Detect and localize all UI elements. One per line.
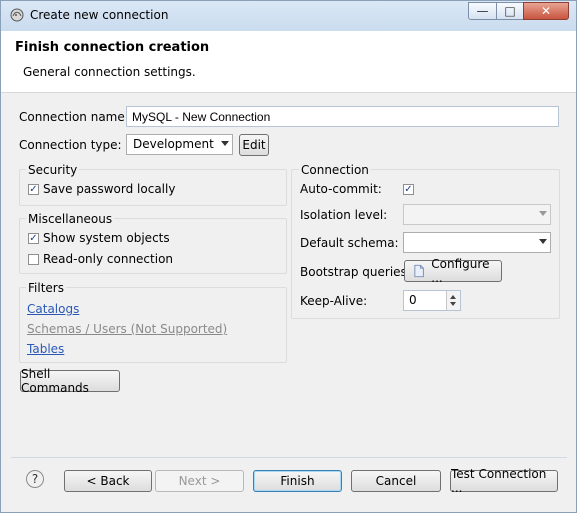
configure-button-label: Configure ... — [431, 257, 490, 285]
save-password-checkbox[interactable]: ✓ — [28, 184, 39, 195]
catalogs-link[interactable]: Catalogs — [27, 302, 79, 316]
read-only-label: Read-only connection — [43, 252, 174, 266]
configure-button[interactable]: Configure ... — [404, 257, 502, 285]
maximize-icon: □ — [504, 4, 516, 18]
connection-name-label: Connection name: — [19, 110, 129, 124]
show-system-objects-checkbox[interactable]: ✓ — [28, 233, 39, 244]
spinner-down-icon[interactable] — [450, 302, 456, 306]
connection-type-value: Development — [133, 137, 214, 151]
read-only-checkbox[interactable] — [28, 254, 39, 265]
show-system-objects-label: Show system objects — [43, 231, 170, 245]
connection-type-select[interactable]: Development — [126, 134, 233, 155]
shell-commands-button[interactable]: Shell Commands — [20, 367, 120, 395]
minimize-button[interactable]: — — [468, 2, 497, 20]
footer-separator — [11, 457, 567, 458]
close-icon: ✕ — [540, 4, 552, 18]
connection-type-label: Connection type: — [19, 138, 122, 152]
maximize-button[interactable]: □ — [496, 2, 524, 20]
auto-commit-label: Auto-commit: — [300, 182, 382, 196]
chevron-down-icon — [221, 141, 229, 146]
minimize-icon: — — [476, 4, 489, 18]
cancel-button[interactable]: Cancel — [351, 470, 441, 492]
chevron-down-icon — [539, 239, 547, 244]
window-title: Create new connection — [30, 8, 169, 22]
document-icon — [414, 264, 424, 278]
finish-button[interactable]: Finish — [253, 470, 342, 492]
tables-link[interactable]: Tables — [27, 342, 64, 356]
back-button[interactable]: < Back — [64, 470, 152, 492]
keep-alive-spinner[interactable]: 0 — [403, 290, 461, 311]
save-password-label: Save password locally — [43, 182, 176, 196]
title-bar: Create new connection — □ ✕ — [1, 1, 576, 32]
connection-name-input[interactable] — [126, 106, 559, 127]
page-title: Finish connection creation — [15, 40, 210, 55]
test-connection-button[interactable]: Test Connection ... — [450, 467, 558, 495]
wizard-banner: Finish connection creation General conne… — [1, 31, 576, 93]
keep-alive-value: 0 — [409, 293, 417, 307]
default-schema-select[interactable] — [403, 232, 551, 253]
auto-commit-checkbox[interactable]: ✓ — [403, 184, 414, 195]
next-button[interactable]: Next > — [155, 470, 244, 492]
close-button[interactable]: ✕ — [523, 2, 569, 20]
filters-group-title: Filters — [26, 281, 66, 295]
page-subtitle: General connection settings. — [23, 65, 196, 79]
spinner-up-icon[interactable] — [450, 295, 456, 299]
app-icon — [10, 8, 24, 22]
dialog-window: Create new connection — □ ✕ Finish conne… — [0, 0, 577, 513]
isolation-level-label: Isolation level: — [300, 208, 388, 222]
schemas-users-link[interactable]: Schemas / Users (Not Supported) — [27, 322, 227, 336]
keep-alive-label: Keep-Alive: — [300, 294, 368, 308]
spinner-buttons[interactable] — [446, 291, 460, 310]
bootstrap-queries-label: Bootstrap queries: — [300, 265, 411, 279]
default-schema-label: Default schema: — [300, 236, 399, 250]
edit-connection-type-button[interactable]: Edit — [239, 134, 269, 156]
connection-group-title: Connection — [299, 163, 371, 177]
help-icon[interactable]: ? — [26, 470, 44, 488]
security-group-title: Security — [26, 163, 80, 177]
isolation-level-select[interactable] — [403, 204, 551, 225]
misc-group-title: Miscellaneous — [26, 212, 115, 226]
chevron-down-icon — [539, 211, 547, 216]
